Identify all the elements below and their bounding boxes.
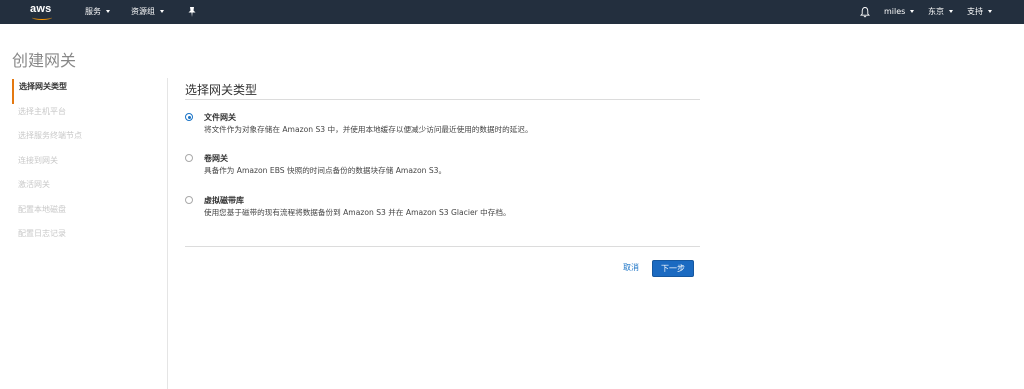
cancel-button[interactable]: 取消 (623, 262, 639, 273)
section-divider-top (185, 99, 700, 100)
option-label: 文件网关 (204, 113, 236, 122)
step-select-service-endpoint: 选择服务终端节点 (18, 131, 82, 140)
resource-groups-label: 资源组 (131, 7, 155, 16)
chevron-down-icon (106, 10, 110, 13)
services-menu[interactable]: 服务 (85, 6, 110, 18)
aws-logo[interactable]: aws (30, 3, 54, 21)
radio-tape-gateway[interactable] (185, 196, 193, 204)
radio-file-gateway[interactable] (185, 113, 193, 121)
chevron-down-icon (910, 10, 915, 13)
option-description: 具备作为 Amazon EBS 快照的时间点备份的数据块存储 Amazon S3… (204, 166, 447, 175)
region-label: 东京 (928, 7, 944, 16)
chevron-down-icon (160, 10, 164, 13)
radio-volume-gateway[interactable] (185, 154, 193, 162)
section-title: 选择网关类型 (185, 83, 258, 97)
option-description: 使用您基于磁带的现有流程将数据备份到 Amazon S3 并在 Amazon S… (204, 208, 511, 217)
services-label: 服务 (85, 7, 101, 16)
top-navbar: aws 服务 资源组 miles 东京 支持 (0, 0, 1024, 24)
chevron-down-icon (949, 10, 953, 13)
user-name: miles (884, 7, 906, 16)
support-label: 支持 (967, 7, 983, 16)
logo-smile-icon (32, 15, 52, 20)
logo-text: aws (30, 3, 52, 15)
step-connect-gateway: 连接到网关 (18, 155, 58, 165)
option-label: 虚拟磁带库 (204, 196, 244, 205)
next-button[interactable]: 下一步 (652, 260, 694, 277)
section-divider-bottom (185, 246, 700, 247)
step-select-host-platform: 选择主机平台 (18, 106, 66, 116)
wizard-steps: 选择网关类型 选择主机平台 选择服务终端节点 连接到网关 激活网关 配置本地磁盘… (12, 79, 162, 251)
option-description: 将文件作为对象存储在 Amazon S3 中，并使用本地缓存以便减少访问最近使用… (204, 125, 533, 134)
user-menu[interactable]: miles (884, 6, 915, 18)
sidebar-divider (167, 78, 168, 389)
step-configure-logging: 配置日志记录 (18, 229, 66, 238)
step-configure-local-disks: 配置本地磁盘 (18, 204, 66, 214)
option-label: 卷网关 (204, 154, 228, 163)
pin-icon[interactable] (187, 6, 197, 18)
bell-icon[interactable] (860, 6, 870, 18)
chevron-down-icon (988, 10, 992, 13)
step-select-gateway-type[interactable]: 选择网关类型 (12, 79, 162, 104)
support-menu[interactable]: 支持 (967, 6, 992, 18)
resource-groups-menu[interactable]: 资源组 (131, 6, 164, 18)
step-activate-gateway: 激活网关 (18, 180, 50, 189)
region-menu[interactable]: 东京 (928, 6, 953, 18)
page-title: 创建网关 (12, 51, 77, 70)
